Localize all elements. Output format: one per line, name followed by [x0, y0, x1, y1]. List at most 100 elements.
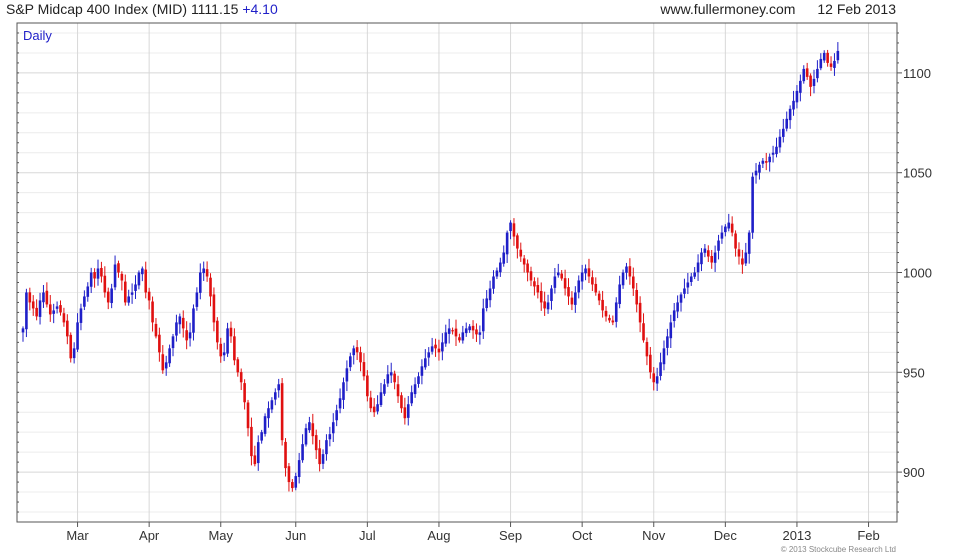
candle-body [178, 316, 182, 325]
candle-body [792, 100, 795, 110]
candle-body [45, 290, 49, 305]
candle-body [447, 328, 451, 334]
candle-body [349, 356, 352, 368]
y-tick-label: 1000 [903, 266, 932, 281]
candle-body [335, 410, 338, 421]
candle-body [164, 362, 168, 369]
candle-body [25, 292, 28, 330]
candle-body [35, 307, 38, 317]
candle-body [76, 322, 79, 350]
candle-body [277, 384, 281, 391]
candle-body [209, 277, 212, 297]
candle-body [280, 383, 284, 441]
candle-body [137, 272, 141, 286]
candle-body [192, 308, 195, 333]
candle-body [788, 108, 792, 121]
candle-body [233, 336, 236, 361]
candle-body [747, 232, 751, 254]
y-tick-label: 900 [903, 465, 925, 480]
candle-body [536, 284, 540, 293]
candle-body [168, 348, 171, 364]
candle-body [263, 416, 267, 434]
candle-body [570, 297, 574, 305]
candle-body [509, 222, 512, 232]
candle-body [434, 344, 437, 349]
candle-body [587, 268, 591, 277]
candle-body [689, 276, 693, 282]
candle-body [703, 248, 707, 253]
candle-body [659, 362, 662, 376]
candle-body [836, 50, 840, 61]
candle-body [819, 58, 823, 69]
candle-body [284, 441, 287, 469]
candle-body [512, 223, 516, 237]
candle-body [362, 362, 366, 377]
copyright-notice: © 2013 Stockcube Research Ltd [780, 545, 896, 554]
candle-body [785, 118, 789, 129]
candle-body [55, 306, 59, 309]
candle-body [410, 392, 413, 404]
candle-body [499, 262, 502, 273]
candle-body [212, 294, 216, 323]
candle-body [495, 270, 499, 277]
candle-body [181, 317, 185, 329]
candle-body [72, 348, 76, 359]
candle-body [829, 63, 833, 67]
candle-body [256, 442, 260, 464]
candle-body [471, 325, 475, 331]
candle-body [461, 332, 465, 341]
candle-body [260, 432, 263, 441]
candle-body [396, 384, 400, 397]
candle-body [117, 263, 120, 273]
candle-body [700, 252, 703, 265]
candle-body [652, 373, 656, 383]
candle-body [485, 298, 488, 309]
candle-body [273, 392, 277, 400]
candle-body [529, 271, 533, 281]
candle-body [764, 161, 768, 163]
candle-body [437, 348, 441, 353]
candle-body [481, 308, 485, 332]
candle-body [451, 330, 454, 332]
candle-body [672, 310, 676, 322]
candle-body [775, 146, 778, 155]
y-tick-label: 1100 [903, 66, 931, 81]
candle-body [417, 376, 420, 384]
candle-body [120, 273, 124, 281]
candle-body [406, 404, 410, 418]
x-tick-label: Mar [66, 528, 89, 543]
candle-body [110, 288, 113, 304]
candle-body [369, 397, 373, 409]
candle-body [243, 383, 246, 403]
candle-body [427, 352, 431, 358]
candle-body [198, 272, 202, 293]
candle-body [113, 264, 117, 288]
candle-body [389, 372, 393, 376]
candle-body [38, 300, 42, 317]
candle-body [195, 292, 199, 307]
candle-body [686, 282, 690, 288]
candle-body [331, 422, 335, 434]
candle-body [683, 288, 686, 294]
candle-body [608, 317, 611, 321]
candle-body [778, 136, 782, 148]
candle-body [543, 301, 546, 309]
candle-body [679, 294, 683, 303]
candle-body [655, 376, 659, 384]
candle-body [403, 407, 407, 419]
candle-body [580, 272, 584, 282]
candle-body [359, 352, 362, 363]
candlestick-chart: 900 950 1000 1050 1100 Mar Apr May Jun Jul Aug Sep O… [16, 22, 932, 543]
x-tick-label: Oct [572, 528, 593, 543]
candle-body [758, 164, 761, 173]
candle-body [631, 276, 635, 289]
candle-body [577, 280, 581, 293]
x-tick-label: Dec [714, 528, 738, 543]
x-tick-label: May [208, 528, 233, 543]
candle-body [154, 323, 158, 337]
candle-body [809, 75, 812, 87]
candle-body [441, 342, 444, 352]
candle-body [720, 232, 724, 239]
x-tick-label: Jul [359, 528, 376, 543]
candle-body [383, 384, 386, 394]
